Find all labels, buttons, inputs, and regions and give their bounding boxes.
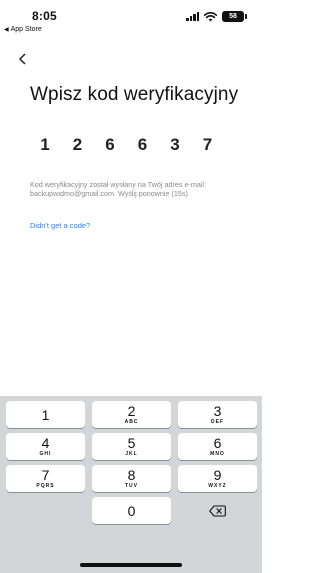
- key-number: 5: [127, 435, 136, 451]
- code-digit[interactable]: 7: [199, 132, 217, 158]
- key-number: 8: [127, 467, 136, 483]
- code-digit[interactable]: 6: [134, 132, 152, 158]
- email-address: backupwidmo@gmail.com: [30, 189, 114, 198]
- key-number: 9: [213, 467, 222, 483]
- key-6[interactable]: 6 MNO: [178, 433, 257, 460]
- info-text: Kod weryfikacyjny został wysłany na Twój…: [30, 180, 250, 198]
- key-7[interactable]: 7 PQRS: [6, 465, 85, 492]
- key-4[interactable]: 4 GHI: [6, 433, 85, 460]
- key-letters: JKL: [125, 451, 138, 457]
- backspace-icon: [209, 504, 226, 517]
- key-letters: PQRS: [36, 483, 55, 489]
- battery-icon: 58: [222, 11, 247, 22]
- back-to-app-link[interactable]: ◀ App Store: [4, 26, 42, 33]
- didnt-get-code-link[interactable]: Didn't get a code?: [30, 221, 90, 230]
- key-number: 2: [127, 403, 136, 419]
- code-digit[interactable]: 6: [101, 132, 119, 158]
- key-3[interactable]: 3 DEF: [178, 401, 257, 428]
- back-app-label: App Store: [10, 26, 42, 33]
- back-triangle-icon: ◀: [4, 27, 9, 33]
- key-letters: DEF: [211, 419, 224, 425]
- key-number: 3: [213, 403, 222, 419]
- wifi-icon: [204, 11, 217, 21]
- verification-code-input[interactable]: 1 2 6 6 3 7: [36, 132, 217, 158]
- status-icons: 58: [186, 11, 247, 22]
- resend-countdown[interactable]: Wyślij ponownie (15s): [118, 189, 188, 198]
- key-9[interactable]: 9 WXYZ: [178, 465, 257, 492]
- key-2[interactable]: 2 ABC: [92, 401, 171, 428]
- key-letters: TUV: [125, 483, 138, 489]
- home-indicator[interactable]: [80, 563, 182, 567]
- status-bar: 8:05 ◀ App Store 58: [0, 0, 262, 44]
- key-letters: WXYZ: [208, 483, 227, 489]
- key-letters: GHI: [39, 451, 52, 457]
- delete-key[interactable]: [178, 497, 257, 524]
- code-digit[interactable]: 1: [36, 132, 54, 158]
- key-5[interactable]: 5 JKL: [92, 433, 171, 460]
- key-number: 0: [127, 502, 136, 519]
- key-letters: MNO: [210, 451, 225, 457]
- numeric-keypad: 1 2 ABC 3 DEF 4 GHI 5 JKL 6 MNO 7 PQRS 8…: [0, 396, 262, 573]
- info-line: Kod weryfikacyjny został wysłany na Twój…: [30, 180, 207, 189]
- page-title: Wpisz kod weryfikacyjny: [30, 84, 239, 105]
- key-number: 4: [41, 435, 50, 451]
- chevron-left-icon[interactable]: [18, 52, 27, 70]
- key-number: 1: [41, 406, 50, 423]
- key-number: 6: [213, 435, 222, 451]
- cellular-signal-icon: [186, 12, 199, 21]
- code-digit[interactable]: 3: [166, 132, 184, 158]
- key-number: 7: [41, 467, 50, 483]
- battery-level: 58: [229, 13, 237, 20]
- status-time: 8:05: [32, 9, 57, 23]
- code-digit[interactable]: 2: [69, 132, 87, 158]
- key-8[interactable]: 8 TUV: [92, 465, 171, 492]
- key-1[interactable]: 1: [6, 401, 85, 428]
- key-0[interactable]: 0: [92, 497, 171, 524]
- key-blank: [6, 497, 85, 524]
- key-letters: ABC: [124, 419, 139, 425]
